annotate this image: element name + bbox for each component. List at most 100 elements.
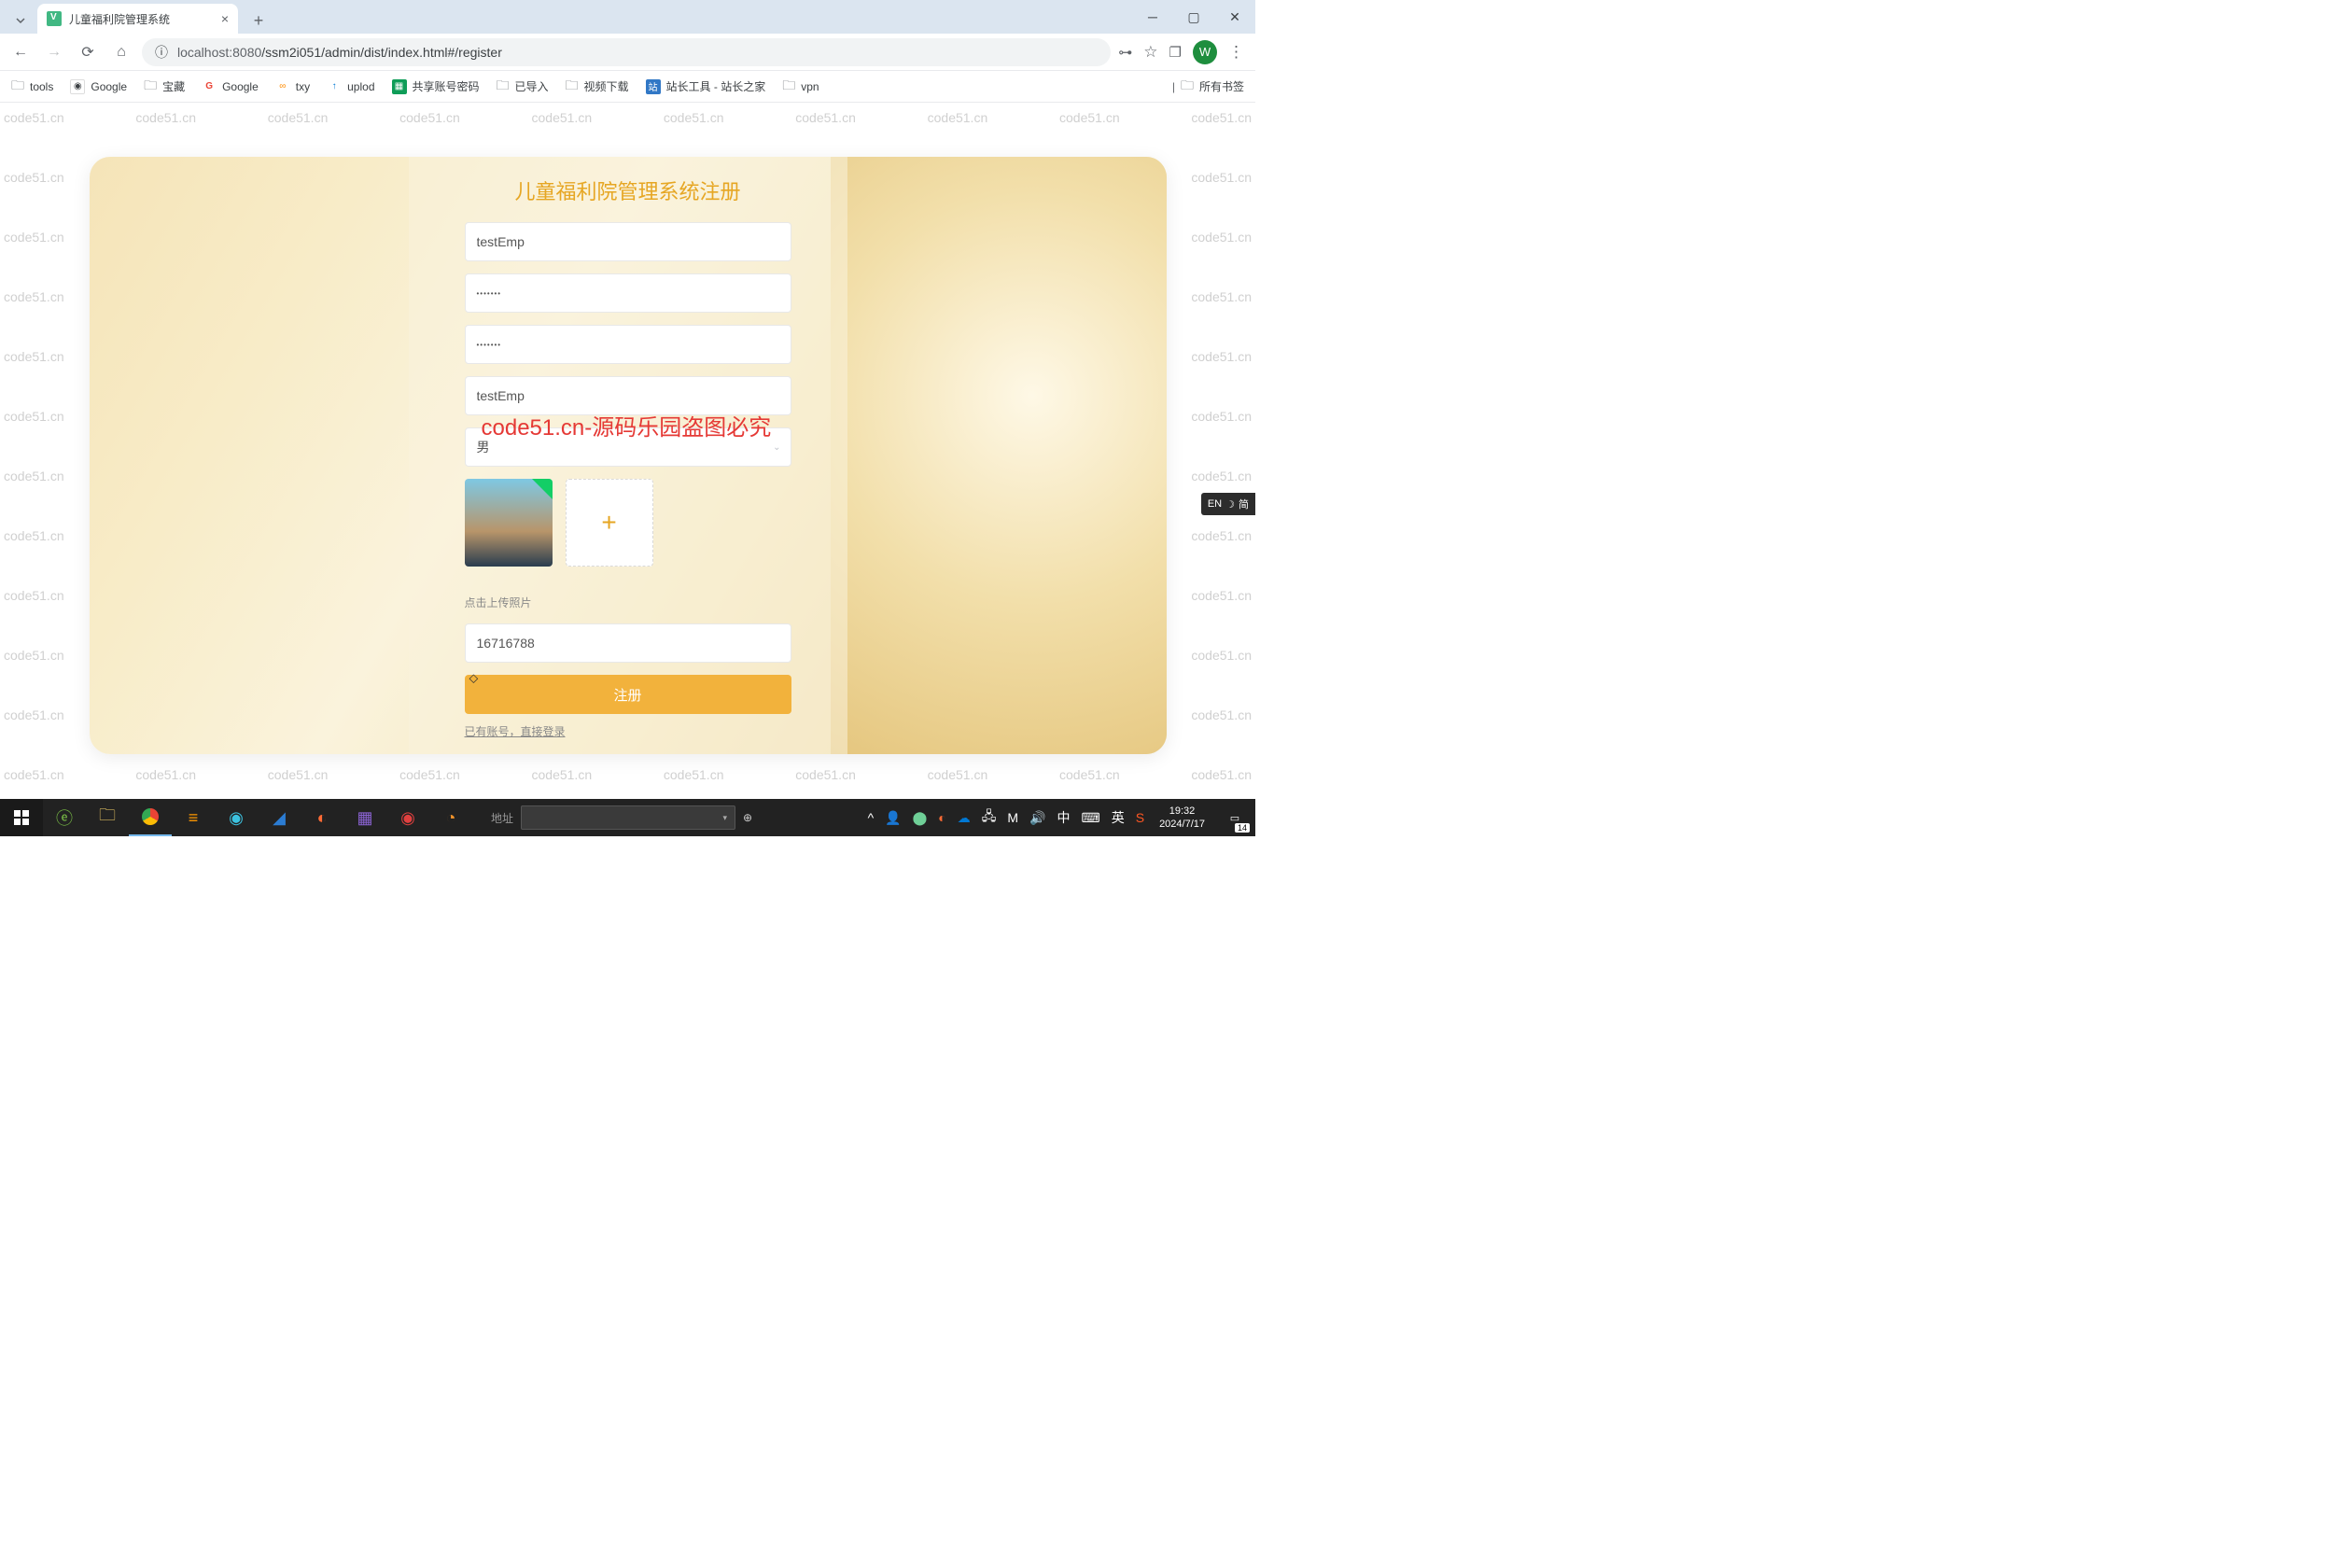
chevron-down-icon <box>15 15 26 26</box>
uploaded-image-thumbnail[interactable] <box>465 479 553 567</box>
forward-button[interactable]: → <box>41 39 67 65</box>
folder-icon: 🗀 <box>1181 76 1194 98</box>
page-content: code51.cncode51.cncode51.cncode51.cncode… <box>0 103 1255 799</box>
bookmark-item[interactable]: ∞txy <box>275 79 310 94</box>
reload-button[interactable]: ⟳ <box>75 39 101 65</box>
bookmark-item[interactable]: ▦共享账号密码 <box>392 78 480 94</box>
tray-onedrive-icon[interactable]: ☁ <box>952 799 976 836</box>
taskbar-apps: ⓔ 🗀 ≡ ◉ ◢ ◐ ▦ ◉ ◔ <box>0 799 472 836</box>
tray-ime-en[interactable]: 英 <box>1106 799 1130 836</box>
vue-favicon-icon <box>47 11 62 26</box>
tabs-dropdown-button[interactable] <box>7 7 34 34</box>
login-link[interactable]: 已有账号，直接登录 <box>465 725 566 738</box>
upload-row: + <box>465 479 791 567</box>
nickname-input[interactable] <box>477 388 779 403</box>
bookmark-star-icon[interactable]: ☆ <box>1143 43 1157 62</box>
url-host: localhost:8080 <box>177 45 261 60</box>
tray-overflow-button[interactable]: ^ <box>862 799 880 836</box>
taskbar-app-idea[interactable]: ▦ <box>343 799 386 836</box>
tab-close-button[interactable]: × <box>221 11 229 26</box>
tray-app-icon[interactable]: ⬤ <box>907 799 933 836</box>
home-button[interactable]: ⌂ <box>108 39 134 65</box>
username-field[interactable] <box>465 222 791 261</box>
taskbar-app-todesk[interactable]: ◢ <box>258 799 301 836</box>
tray-network-icon[interactable]: 🖧 <box>976 799 1002 836</box>
chevron-down-icon: ▾ <box>722 813 727 823</box>
all-bookmarks-button[interactable]: |🗀所有书签 <box>1172 76 1244 98</box>
back-button[interactable]: ← <box>7 39 34 65</box>
folder-icon: 🗀 <box>566 76 579 98</box>
username-input[interactable] <box>477 234 779 249</box>
bookmark-item[interactable]: 🗀vpn <box>782 76 819 98</box>
menu-dots-icon[interactable]: ⋮ <box>1228 43 1244 62</box>
phone-input[interactable] <box>477 636 779 651</box>
minimize-button[interactable]: ─ <box>1140 4 1166 30</box>
folder-icon: 🗀 <box>11 76 24 98</box>
ime-floating-badge[interactable]: EN ☽ 简 <box>1201 493 1255 515</box>
tray-sogou-icon[interactable]: S <box>1130 799 1150 836</box>
windows-taskbar: ⓔ 🗀 ≡ ◉ ◢ ◐ ▦ ◉ ◔ 地址 ▾ ⊕ ^ 👤 ⬤ ◐ ☁ 🖧 M 🔊… <box>0 799 1255 836</box>
taskbar-app-explorer[interactable]: 🗀 <box>86 799 129 836</box>
address-bar[interactable]: ⓘ localhost:8080/ssm2i051/admin/dist/ind… <box>142 38 1111 66</box>
confirm-password-field[interactable]: ••••••• <box>465 325 791 364</box>
url-path: /ssm2i051/admin/dist/index.html#/registe… <box>261 45 502 60</box>
google-icon: ◉ <box>70 79 85 94</box>
taskbar-app-orange1[interactable]: ◐ <box>301 799 343 836</box>
password-key-icon[interactable]: ⊶ <box>1118 44 1132 61</box>
register-form: 儿童福利院管理系统注册 ••••••• ••••••• 男 ⌄ + 点击上传照片 <box>409 157 847 754</box>
google-g-icon: G <box>202 79 217 94</box>
bookmark-item[interactable]: 🗀tools <box>11 76 53 98</box>
bookmark-item[interactable]: 🗀视频下载 <box>566 76 629 98</box>
tray-volume-icon[interactable]: 🔊 <box>1024 799 1051 836</box>
bookmark-item[interactable]: ↑uplod <box>327 79 374 94</box>
upload-add-button[interactable]: + <box>566 479 653 567</box>
bookmark-item[interactable]: 🗀宝藏 <box>144 76 185 98</box>
taskbar-clock[interactable]: 19:32 2024/7/17 <box>1150 805 1214 832</box>
tray-mail-icon[interactable]: M <box>1001 799 1024 836</box>
bookmark-item[interactable]: ◉Google <box>70 79 127 94</box>
tray-ime-cn[interactable]: 中 <box>1052 799 1076 836</box>
taskbar-app-edge[interactable]: ◉ <box>215 799 258 836</box>
browser-tab[interactable]: 儿童福利院管理系统 × <box>37 4 238 34</box>
extensions-icon[interactable]: ❐ <box>1169 44 1182 61</box>
taskbar-app-ie[interactable]: ⓔ <box>43 799 86 836</box>
nickname-field[interactable] <box>465 376 791 415</box>
taskbar-app-netease[interactable]: ◉ <box>386 799 429 836</box>
tray-app-icon[interactable]: ◐ <box>932 799 951 836</box>
taskbar-app-orange2[interactable]: ◔ <box>429 799 472 836</box>
upload-hint: 点击上传照片 <box>465 595 791 610</box>
notifications-button[interactable]: ▭ 14 <box>1214 799 1255 836</box>
chevron-down-icon: ⌄ <box>773 442 780 453</box>
taskbar-app-sublime[interactable]: ≡ <box>172 799 215 836</box>
phone-field[interactable] <box>465 623 791 663</box>
bookmark-item[interactable]: 🗀已导入 <box>497 76 549 98</box>
cursor-icon: ⬦ <box>469 670 479 686</box>
tray-people-icon[interactable]: 👤 <box>879 799 906 836</box>
maximize-button[interactable]: ▢ <box>1181 4 1207 30</box>
register-submit-button[interactable]: 注册 <box>465 675 791 714</box>
confirm-dots: ••••••• <box>477 341 502 349</box>
tray-keyboard-icon[interactable]: ⌨ <box>1076 799 1106 836</box>
taskbar-search-go[interactable]: ⊕ <box>743 811 752 824</box>
start-button[interactable] <box>0 799 43 836</box>
tab-title: 儿童福利院管理系统 <box>69 11 170 27</box>
window-controls: ─ ▢ ✕ <box>1140 4 1248 30</box>
profile-avatar[interactable]: W <box>1193 40 1217 64</box>
password-field[interactable]: ••••••• <box>465 273 791 313</box>
bookmark-item[interactable]: GGoogle <box>202 79 259 94</box>
bookmark-item[interactable]: 站站长工具 - 站长之家 <box>646 78 766 94</box>
taskbar-search-input[interactable]: ▾ <box>521 805 735 830</box>
browser-titlebar: 儿童福利院管理系统 × + ─ ▢ ✕ <box>0 0 1255 34</box>
new-tab-button[interactable]: + <box>245 7 272 34</box>
gender-select[interactable]: 男 ⌄ <box>465 427 791 467</box>
close-window-button[interactable]: ✕ <box>1222 4 1248 30</box>
taskbar-time: 19:32 <box>1159 805 1205 818</box>
password-dots: ••••••• <box>477 289 502 298</box>
windows-icon <box>14 810 29 825</box>
taskbar-app-chrome[interactable] <box>129 799 172 836</box>
taskbar-search: 地址 ▾ ⊕ <box>491 805 752 830</box>
notification-icon: ▭ <box>1230 812 1239 824</box>
sheet-icon: ▦ <box>392 79 407 94</box>
notification-count: 14 <box>1235 823 1250 833</box>
site-info-icon[interactable]: ⓘ <box>155 43 168 62</box>
